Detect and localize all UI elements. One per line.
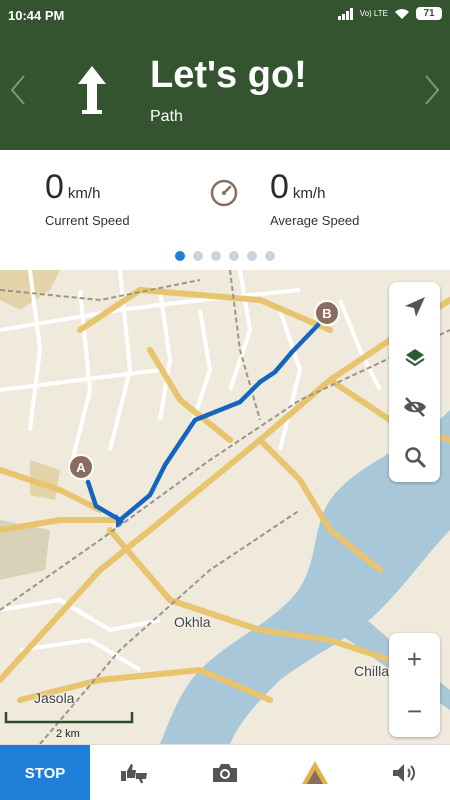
page-dot[interactable] (211, 251, 221, 261)
current-speed-value: 0 (45, 168, 64, 206)
rate-icon (121, 764, 147, 784)
arrow-up-icon (78, 66, 106, 114)
navigation-header: Let's go! Path (0, 32, 450, 150)
visibility-off-icon (403, 397, 426, 417)
chevron-left-icon[interactable] (6, 72, 32, 108)
status-icons: Vo) LTE 71 (337, 7, 442, 20)
current-speed-unit: km/h (67, 185, 101, 202)
speedometer-icon (210, 179, 238, 207)
camera-icon (213, 764, 237, 782)
map-scale: 2 km (4, 708, 134, 744)
zoom-in-button[interactable]: + (389, 633, 440, 685)
page-dot[interactable] (247, 251, 257, 261)
layers-button[interactable] (389, 332, 440, 382)
map-view[interactable]: A B Okhla Jasola Chilla + − 2 km (0, 270, 450, 744)
nav-subtitle: Path (150, 108, 183, 125)
map-search-button[interactable] (389, 432, 440, 482)
network-label: Vo) LTE (359, 8, 388, 18)
average-speed-unit: km/h (292, 185, 326, 202)
start-marker[interactable]: A (68, 454, 94, 480)
average-speed-label: Average Speed (270, 213, 360, 228)
nav-title: Let's go! (150, 54, 307, 96)
scale-label: 2 km (56, 728, 80, 740)
camera-button[interactable] (209, 757, 241, 789)
status-bar: 10:44 PM Vo) LTE 71 (0, 0, 450, 32)
map-tools (389, 282, 440, 482)
average-speed-value: 0 (270, 168, 289, 206)
end-marker[interactable]: B (314, 300, 340, 326)
scale-bar (4, 712, 134, 724)
place-label-okhla: Okhla (174, 614, 211, 630)
volume-icon (393, 764, 415, 782)
current-speed: 0 km/h Current Speed (45, 168, 130, 228)
place-label-jasola: Jasola (34, 690, 75, 706)
signal-icon (337, 7, 353, 20)
zoom-controls: + − (389, 633, 440, 737)
layers-icon (404, 349, 425, 367)
visibility-toggle-button[interactable] (389, 382, 440, 432)
battery-indicator: 71 (416, 7, 442, 20)
speed-stats: 0 km/h Current Speed 0 km/h Average Speed (0, 150, 450, 270)
current-speed-label: Current Speed (45, 213, 130, 228)
average-speed: 0 km/h Average Speed (270, 168, 359, 228)
wifi-icon (395, 8, 409, 19)
stop-button[interactable]: STOP (0, 745, 90, 800)
bottom-toolbar: STOP (0, 744, 450, 800)
page-indicator[interactable] (0, 251, 450, 261)
volume-button[interactable] (388, 757, 420, 789)
place-label-chilla: Chilla (354, 663, 390, 679)
page-dot[interactable] (229, 251, 239, 261)
my-location-button[interactable] (389, 282, 440, 332)
search-icon (404, 447, 425, 468)
chevron-right-icon[interactable] (418, 72, 444, 108)
page-dot[interactable] (265, 251, 275, 261)
navigation-mode-button[interactable] (299, 757, 331, 789)
zoom-out-button[interactable]: − (389, 685, 440, 737)
page-dot[interactable] (193, 251, 203, 261)
location-arrow-icon (404, 297, 425, 317)
navigation-icon (302, 761, 328, 784)
status-time: 10:44 PM (8, 8, 65, 23)
page-dot[interactable] (175, 251, 185, 261)
rate-button[interactable] (118, 757, 150, 789)
